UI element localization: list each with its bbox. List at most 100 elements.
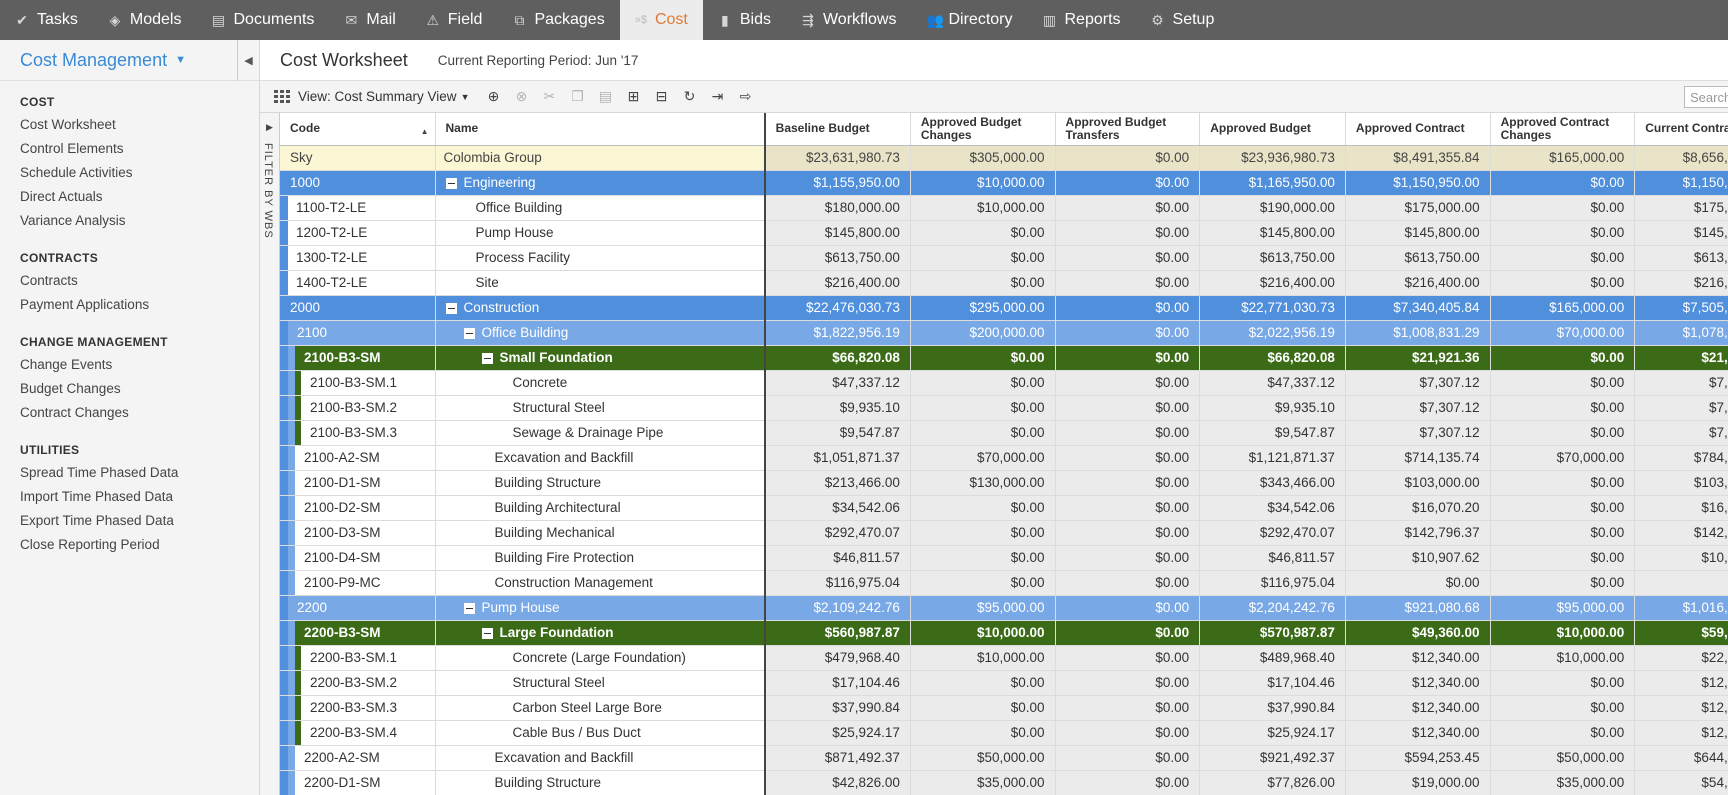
value-cell[interactable]: $2,022,956.19 bbox=[1199, 320, 1346, 346]
value-cell[interactable]: $7,307.12 bbox=[1345, 370, 1491, 396]
value-cell[interactable]: $0.00 bbox=[1055, 620, 1201, 646]
value-cell[interactable]: $180,000.00 bbox=[764, 195, 911, 221]
name-cell[interactable]: Office Building bbox=[435, 320, 766, 346]
value-cell[interactable]: $23,631,980.73 bbox=[764, 145, 911, 171]
name-cell[interactable]: Cable Bus / Bus Duct bbox=[435, 720, 766, 746]
name-cell[interactable]: Large Foundation bbox=[435, 620, 766, 646]
value-cell[interactable]: $175,000.00 bbox=[1634, 195, 1728, 221]
value-cell[interactable]: $0.00 bbox=[1055, 370, 1201, 396]
value-cell[interactable]: $46,811.57 bbox=[1199, 545, 1346, 571]
code-cell[interactable]: 2100-A2-SM bbox=[280, 445, 436, 471]
value-cell[interactable]: $34,542.06 bbox=[1199, 495, 1346, 521]
value-cell[interactable]: $0.00 bbox=[1055, 170, 1201, 196]
value-cell[interactable]: $34,542.06 bbox=[764, 495, 911, 521]
value-cell[interactable]: $0.00 bbox=[1490, 170, 1636, 196]
collapse-all-icon[interactable]: ⊟ bbox=[651, 87, 671, 107]
value-cell[interactable]: $23,936,980.73 bbox=[1199, 145, 1346, 171]
value-cell[interactable]: $1,078,831.29 bbox=[1634, 320, 1728, 346]
value-cell[interactable]: $77,826.00 bbox=[1199, 770, 1346, 795]
name-cell[interactable]: Engineering bbox=[435, 170, 766, 196]
table-row[interactable]: 1400-T2-LE Site $216,400.00 $0.00 $0.00 $216,… bbox=[280, 270, 1728, 296]
value-cell[interactable]: $213,466.00 bbox=[764, 470, 911, 496]
table-row[interactable]: 2100-B3-SM.3 Sewage & Drainage Pipe $9,547… bbox=[280, 420, 1728, 446]
value-cell[interactable]: $35,000.00 bbox=[910, 770, 1056, 795]
code-cell[interactable]: 2200-A2-SM bbox=[280, 745, 436, 771]
value-cell[interactable]: $613,750.00 bbox=[1345, 245, 1491, 271]
name-cell[interactable]: Pump House bbox=[435, 595, 766, 621]
value-cell[interactable]: $0.00 bbox=[1490, 395, 1636, 421]
value-cell[interactable]: $216,400.00 bbox=[1634, 270, 1728, 296]
column-header-approved-budget-changes[interactable]: Approved Budget Changes bbox=[910, 113, 1056, 146]
value-cell[interactable]: $921,080.68 bbox=[1345, 595, 1491, 621]
value-cell[interactable]: $0.00 bbox=[1055, 770, 1201, 795]
collapse-icon[interactable] bbox=[481, 627, 493, 639]
table-row[interactable]: 2100-D3-SM Building Mechanical $292,470.07… bbox=[280, 520, 1728, 546]
value-cell[interactable]: $37,990.84 bbox=[1199, 695, 1346, 721]
table-row[interactable]: 2200-A2-SM Excavation and Backfill $871,49… bbox=[280, 745, 1728, 771]
value-cell[interactable]: $66,820.08 bbox=[1199, 345, 1346, 371]
value-cell[interactable]: $130,000.00 bbox=[910, 470, 1056, 496]
value-cell[interactable]: $0.00 bbox=[1055, 645, 1201, 671]
grid-view-icon[interactable] bbox=[274, 89, 290, 104]
value-cell[interactable]: $0.00 bbox=[1055, 545, 1201, 571]
cut-icon[interactable]: ✂ bbox=[539, 87, 559, 107]
value-cell[interactable]: $12,340.00 bbox=[1634, 670, 1728, 696]
code-cell[interactable]: 2100-B3-SM bbox=[280, 345, 436, 371]
value-cell[interactable]: $10,907.62 bbox=[1345, 545, 1491, 571]
search-input[interactable]: Search bbox=[1684, 86, 1728, 108]
value-cell[interactable]: $70,000.00 bbox=[1490, 320, 1636, 346]
collapse-icon[interactable] bbox=[481, 352, 493, 364]
value-cell[interactable]: $116,975.04 bbox=[1199, 570, 1346, 596]
value-cell[interactable]: $0.00 bbox=[1490, 195, 1636, 221]
value-cell[interactable]: $0.00 bbox=[1490, 570, 1636, 596]
code-cell[interactable]: 1100-T2-LE bbox=[280, 195, 436, 221]
value-cell[interactable]: $0.00 bbox=[910, 545, 1056, 571]
value-cell[interactable]: $1,155,950.00 bbox=[764, 170, 911, 196]
value-cell[interactable]: $594,253.45 bbox=[1345, 745, 1491, 771]
code-cell[interactable]: 2100 bbox=[280, 320, 436, 346]
code-cell[interactable]: Sky bbox=[280, 145, 436, 171]
value-cell[interactable]: $0.00 bbox=[910, 395, 1056, 421]
table-row[interactable]: 2100-P9-MC Construction Management $116,97… bbox=[280, 570, 1728, 596]
value-cell[interactable]: $784,135.74 bbox=[1634, 445, 1728, 471]
name-cell[interactable]: Sewage & Drainage Pipe bbox=[435, 420, 766, 446]
collapse-icon[interactable] bbox=[463, 602, 475, 614]
column-header-current-contracts[interactable]: Current Contracts bbox=[1634, 113, 1728, 146]
collapse-icon[interactable] bbox=[463, 327, 475, 339]
value-cell[interactable]: $47,337.12 bbox=[764, 370, 911, 396]
value-cell[interactable]: $1,008,831.29 bbox=[1345, 320, 1491, 346]
value-cell[interactable]: $165,000.00 bbox=[1490, 295, 1636, 321]
name-cell[interactable]: Structural Steel bbox=[435, 395, 766, 421]
collapse-icon[interactable] bbox=[445, 302, 457, 314]
value-cell[interactable]: $0.00 bbox=[1490, 720, 1636, 746]
value-cell[interactable]: $714,135.74 bbox=[1345, 445, 1491, 471]
name-cell[interactable]: Pump House bbox=[435, 220, 766, 246]
nav-packages[interactable]: ⧉ Packages bbox=[497, 0, 619, 40]
table-row[interactable]: 2200-B3-SM Large Foundation $560,987.87 $10… bbox=[280, 620, 1728, 646]
value-cell[interactable]: $1,121,871.37 bbox=[1199, 445, 1346, 471]
name-cell[interactable]: Construction Management bbox=[435, 570, 766, 596]
expand-all-icon[interactable]: ⊞ bbox=[623, 87, 643, 107]
nav-models[interactable]: ◈ Models bbox=[93, 0, 197, 40]
nav-bids[interactable]: ▮ Bids bbox=[703, 0, 786, 40]
value-cell[interactable]: $0.00 bbox=[1055, 295, 1201, 321]
value-cell[interactable]: $37,990.84 bbox=[764, 695, 911, 721]
value-cell[interactable]: $8,491,355.84 bbox=[1345, 145, 1491, 171]
table-row[interactable]: 2200-B3-SM.2 Structural Steel $17,104.46 $0… bbox=[280, 670, 1728, 696]
value-cell[interactable]: $0.00 bbox=[1055, 470, 1201, 496]
table-row[interactable]: 2100-B3-SM Small Foundation $66,820.08 $0.0… bbox=[280, 345, 1728, 371]
name-cell[interactable]: Building Mechanical bbox=[435, 520, 766, 546]
code-cell[interactable]: 2100-B3-SM.1 bbox=[280, 370, 436, 396]
name-cell[interactable]: Carbon Steel Large Bore bbox=[435, 695, 766, 721]
value-cell[interactable]: $35,000.00 bbox=[1490, 770, 1636, 795]
value-cell[interactable]: $0.00 bbox=[1490, 670, 1636, 696]
value-cell[interactable]: $921,492.37 bbox=[1199, 745, 1346, 771]
name-cell[interactable]: Structural Steel bbox=[435, 670, 766, 696]
name-cell[interactable]: Site bbox=[435, 270, 766, 296]
expand-filter-icon[interactable]: ▶ bbox=[266, 122, 273, 133]
value-cell[interactable]: $145,800.00 bbox=[1199, 220, 1346, 246]
value-cell[interactable]: $0.00 bbox=[1490, 220, 1636, 246]
value-cell[interactable]: $12,340.00 bbox=[1634, 695, 1728, 721]
name-cell[interactable]: Office Building bbox=[435, 195, 766, 221]
value-cell[interactable]: $70,000.00 bbox=[1490, 445, 1636, 471]
